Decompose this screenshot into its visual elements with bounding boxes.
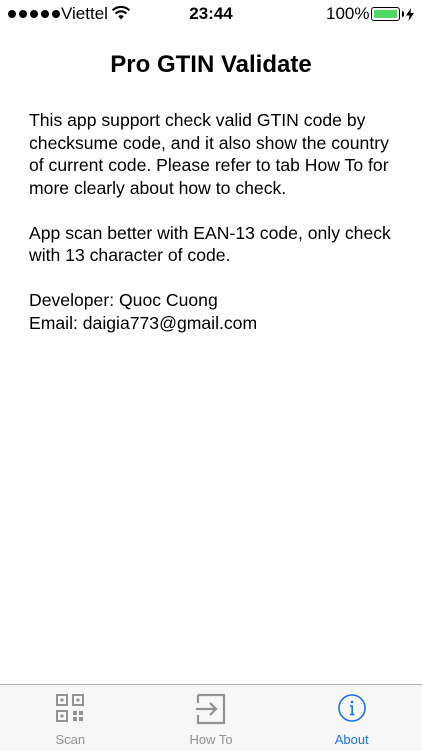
description-text: This app support check valid GTIN code b… (29, 110, 389, 198)
email-text: Email: daigia773@gmail.com (29, 312, 258, 333)
scan-tip-text: App scan better with EAN-13 code, only c… (29, 222, 391, 266)
about-content: This app support check valid GTIN code b… (29, 109, 404, 334)
exit-arrow-icon (194, 693, 228, 730)
tab-how-to[interactable]: How To (141, 685, 282, 751)
tab-scan[interactable]: Scan (0, 685, 141, 751)
charging-icon (406, 6, 414, 26)
tab-bar: Scan How To About (0, 684, 422, 751)
battery-percent: 100% (326, 4, 370, 23)
tab-about[interactable]: About (281, 685, 422, 751)
developer-text: Developer: Quoc Cuong (29, 290, 218, 310)
battery-icon (371, 7, 404, 21)
tab-about-label: About (334, 732, 369, 747)
qr-code-icon (55, 693, 85, 728)
tab-how-to-label: How To (189, 732, 233, 747)
status-bar: Viettel 23:44 100% (0, 0, 422, 30)
tab-scan-label: Scan (55, 732, 86, 747)
page-title: Pro GTIN Validate (110, 51, 312, 78)
info-icon (337, 693, 367, 728)
